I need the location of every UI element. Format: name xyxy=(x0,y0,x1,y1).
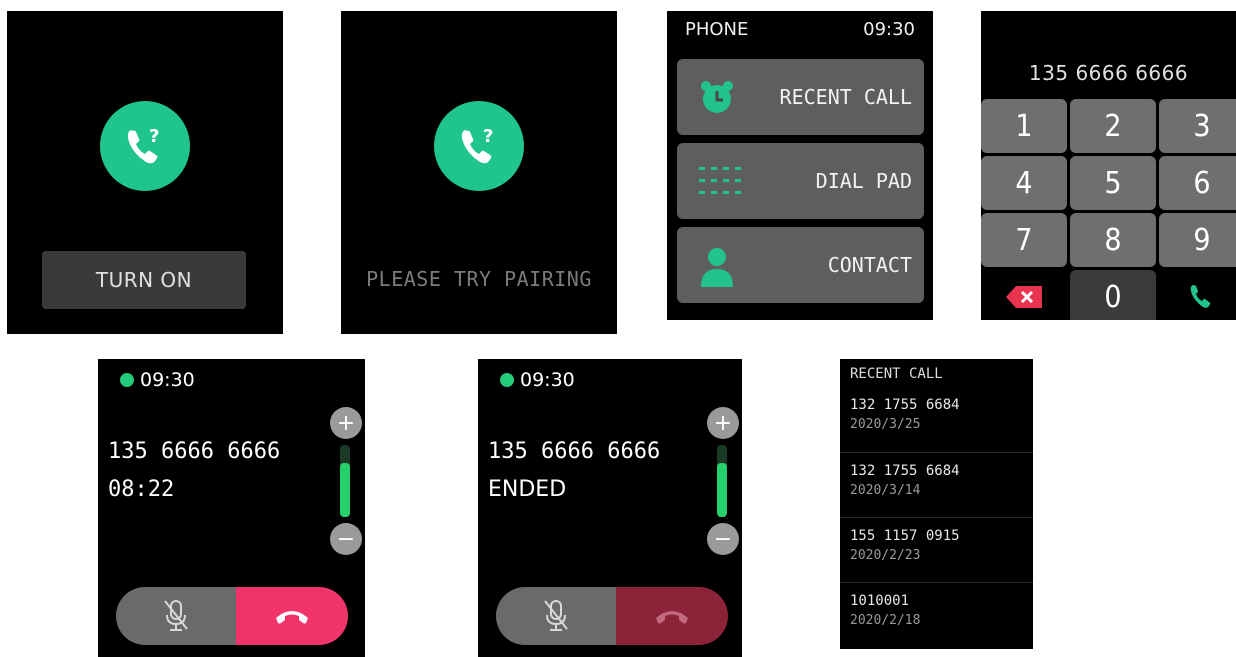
menu-item-dial-pad[interactable]: DIAL PAD xyxy=(677,143,924,219)
phone-icon xyxy=(1190,285,1211,308)
status-clock: 09:30 xyxy=(120,369,195,391)
clock-time: 09:30 xyxy=(520,369,575,391)
menu-header: PHONE 09:30 xyxy=(685,19,915,40)
call-date: 2020/3/14 xyxy=(850,483,921,498)
dialpad-icon xyxy=(697,161,741,205)
screen-recent-calls: RECENT CALL 132 1755 6684 2020/3/25 132 … xyxy=(840,359,1033,649)
screen-turn-on: ? TURN ON xyxy=(7,11,283,334)
clock-icon xyxy=(120,373,134,387)
alarm-clock-icon xyxy=(697,77,737,121)
volume-down-button[interactable]: − xyxy=(707,523,739,555)
key-0[interactable]: 0 xyxy=(1070,270,1156,320)
menu-item-contact[interactable]: CONTACT xyxy=(677,227,924,303)
volume-up-button[interactable]: + xyxy=(707,407,739,439)
key-1[interactable]: 1 xyxy=(981,99,1067,153)
call-number: 132 1755 6684 xyxy=(850,397,960,413)
clock-time: 09:30 xyxy=(140,369,195,391)
clock-icon xyxy=(500,373,514,387)
screen-phone-menu: PHONE 09:30 RECENT CALL DIAL PAD CONTACT xyxy=(667,11,933,320)
key-2[interactable]: 2 xyxy=(1070,99,1156,153)
svg-text:?: ? xyxy=(149,126,159,147)
menu-item-recent-call[interactable]: RECENT CALL xyxy=(677,59,924,135)
menu-item-label: DIAL PAD xyxy=(815,169,912,193)
volume-up-button[interactable]: + xyxy=(330,407,362,439)
key-5[interactable]: 5 xyxy=(1070,156,1156,210)
key-3[interactable]: 3 xyxy=(1159,99,1236,153)
key-6[interactable]: 6 xyxy=(1159,156,1236,210)
phone-question-icon: ? xyxy=(434,101,524,191)
key-8[interactable]: 8 xyxy=(1070,213,1156,267)
call-status: ENDED xyxy=(488,477,567,502)
status-clock: 09:30 xyxy=(500,369,575,391)
call-number: 135 6666 6666 xyxy=(108,439,281,464)
pairing-message: PLEASE TRY PAIRING xyxy=(366,267,592,291)
turn-on-button[interactable]: TURN ON xyxy=(42,251,246,309)
microphone-muted-icon xyxy=(544,600,568,631)
mute-button[interactable] xyxy=(496,587,616,645)
person-icon xyxy=(697,245,737,293)
svg-text:?: ? xyxy=(483,126,493,147)
volume-down-button[interactable]: − xyxy=(330,523,362,555)
mute-button[interactable] xyxy=(116,587,236,645)
volume-level xyxy=(717,463,727,517)
menu-time: 09:30 xyxy=(863,19,915,40)
screen-dial-pad: 135 6666 6666 1 2 3 4 5 6 7 8 9 0 xyxy=(981,11,1236,320)
volume-level xyxy=(340,463,350,517)
screen-pairing: ? PLEASE TRY PAIRING xyxy=(341,11,617,334)
key-7[interactable]: 7 xyxy=(981,213,1067,267)
key-9[interactable]: 9 xyxy=(1159,213,1236,267)
call-number: 155 1157 0915 xyxy=(850,528,960,544)
key-4[interactable]: 4 xyxy=(981,156,1067,210)
list-item[interactable]: 1010001 2020/2/18 xyxy=(840,582,1033,647)
microphone-muted-icon xyxy=(164,600,188,631)
call-date: 2020/3/25 xyxy=(850,417,921,432)
phone-question-icon: ? xyxy=(100,101,190,191)
call-number: 135 6666 6666 xyxy=(488,439,661,464)
hang-up-button xyxy=(616,587,728,645)
list-item[interactable]: 132 1755 6684 2020/3/14 xyxy=(840,452,1033,517)
call-number: 1010001 xyxy=(850,593,910,609)
menu-item-label: RECENT CALL xyxy=(779,85,912,109)
hang-up-button[interactable] xyxy=(236,587,348,645)
call-duration: 08:22 xyxy=(108,477,175,502)
list-item[interactable]: 155 1157 0915 2020/2/23 xyxy=(840,517,1033,582)
hang-up-icon xyxy=(656,611,688,624)
backspace-button[interactable] xyxy=(981,270,1067,320)
menu-title: PHONE xyxy=(685,19,749,40)
volume-slider[interactable] xyxy=(717,445,727,517)
list-item[interactable]: 132 1755 6684 2020/3/25 xyxy=(840,387,1033,451)
call-button[interactable] xyxy=(1159,270,1236,320)
call-date: 2020/2/18 xyxy=(850,613,921,628)
menu-item-label: CONTACT xyxy=(827,253,912,277)
screen-in-call: 09:30 135 6666 6666 08:22 + − xyxy=(98,359,365,657)
volume-slider[interactable] xyxy=(340,445,350,517)
dialed-number: 135 6666 6666 xyxy=(1028,61,1189,85)
call-date: 2020/2/23 xyxy=(850,548,921,563)
call-number: 132 1755 6684 xyxy=(850,463,960,479)
screen-call-ended: 09:30 135 6666 6666 ENDED + − xyxy=(478,359,742,657)
hang-up-icon xyxy=(276,611,308,624)
recent-call-title: RECENT CALL xyxy=(850,366,943,382)
backspace-icon xyxy=(1006,286,1042,308)
